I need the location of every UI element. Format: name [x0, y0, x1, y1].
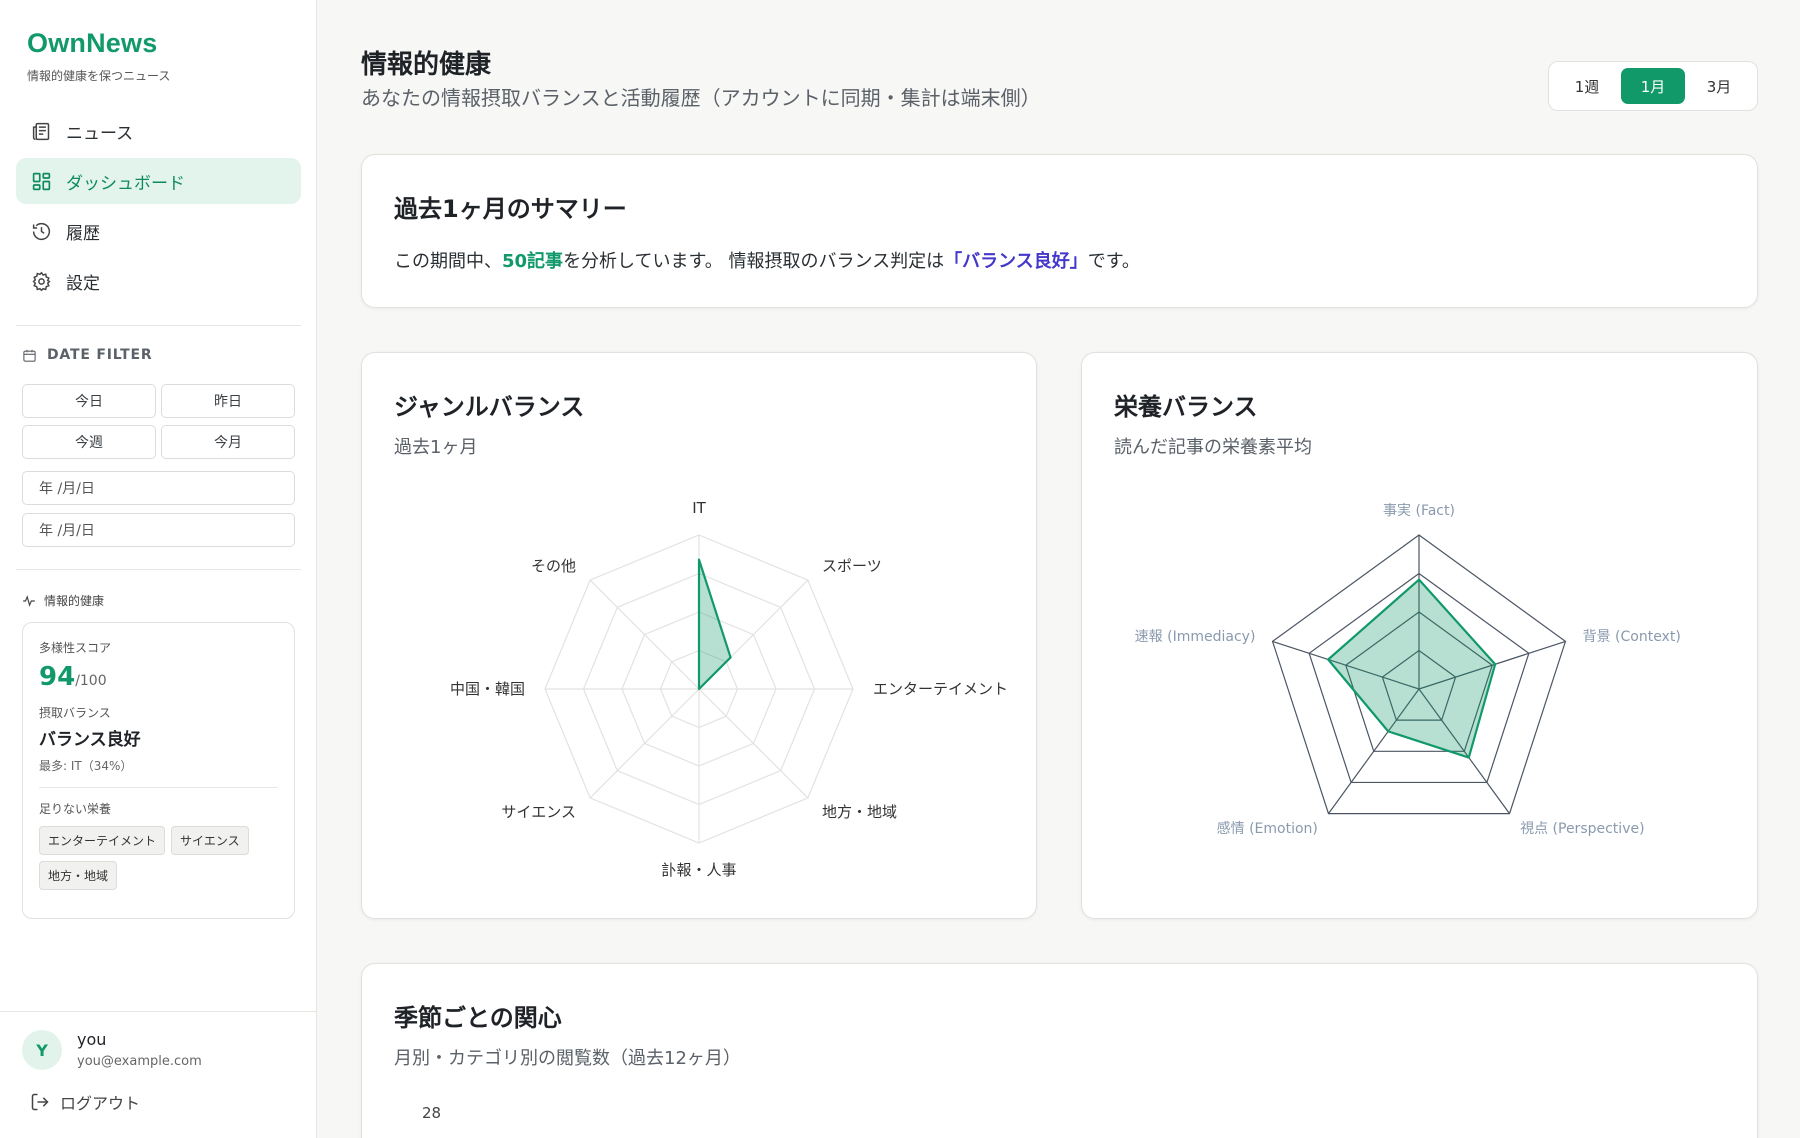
user-email: you@example.com: [77, 1054, 202, 1069]
activity-icon: [23, 594, 35, 607]
lacking-tag: サイエンス: [171, 826, 249, 855]
genre-balance-card: ジャンルバランス 過去1ヶ月 IT スポーツ エンターテイメント 地方・地域 訃報・人事…: [361, 352, 1037, 919]
axis-label: スポーツ: [822, 557, 882, 575]
history-icon: [30, 220, 52, 242]
axis-label: 感情 (Emotion): [1217, 820, 1318, 837]
axis-label: その他: [531, 557, 576, 575]
sidebar-item-label: ニュース: [66, 123, 134, 144]
date-filter-this-month-button[interactable]: 今月: [161, 425, 295, 459]
nutrition-radar-chart: 事実 (Fact) 背景 (Context) 視点 (Perspective) 感情 …: [1135, 503, 1681, 837]
newspaper-icon: [30, 120, 52, 142]
date-filter-label: DATE FILTER: [47, 347, 153, 363]
divider: [0, 1011, 317, 1012]
lacking-tags: エンターテイメント サイエンス 地方・地域: [39, 826, 278, 890]
date-filter-this-week-button[interactable]: 今週: [22, 425, 156, 459]
divider: [16, 325, 301, 326]
article-count: 50記事: [502, 251, 564, 272]
axis-label: 訃報・人事: [661, 861, 736, 879]
balance-label: 摂取バランス: [39, 706, 111, 720]
brand: OwnNews 情報的健康を保つニュース: [27, 28, 170, 84]
genre-radar-chart: IT スポーツエンターテイメント地方・地域訃報・人事 サイエンス 中国・韓国 その他: [450, 499, 1008, 879]
date-filter-title: DATE FILTER: [22, 347, 152, 363]
axis-label: 背景 (Context): [1583, 629, 1681, 645]
sidebar-item-label: ダッシュボード: [66, 173, 185, 194]
sidebar-item-dashboard[interactable]: ダッシュボード: [16, 158, 301, 204]
diversity-score: 94/100: [39, 662, 278, 692]
brand-tagline: 情報的健康を保つニュース: [27, 69, 171, 83]
axis-label: サイエンス: [501, 803, 576, 821]
axis-label: IT: [692, 499, 706, 517]
sidebar-nav: ニュース ダッシュボード 履歴 設定: [16, 108, 301, 308]
page-subtitle: あなたの情報摂取バランスと活動履歴（アカウントに同期・集計は端末側）: [361, 86, 1041, 110]
date-filter-yesterday-button[interactable]: 昨日: [161, 384, 295, 418]
score-value: 94: [39, 662, 76, 692]
summary-title: 過去1ヶ月のサマリー: [394, 195, 627, 223]
season-title: 季節ごとの関心: [394, 1004, 562, 1032]
summary-text-post: です。: [1087, 251, 1140, 272]
info-health-title: 情報的健康: [22, 592, 104, 609]
axis-label: 地方・地域: [822, 803, 897, 821]
end-date-input[interactable]: 年 /月/日: [22, 513, 295, 547]
avatar[interactable]: Y: [22, 1030, 62, 1070]
sidebar-item-settings[interactable]: 設定: [16, 258, 301, 304]
start-date-input[interactable]: 年 /月/日: [22, 471, 295, 505]
sidebar-item-news[interactable]: ニュース: [16, 108, 301, 154]
sidebar: OwnNews 情報的健康を保つニュース ニュース ダッシュボード 履歴 設定 …: [0, 0, 317, 1138]
lacking-tag: エンターテイメント: [39, 826, 166, 855]
lacking-label: 足りない栄養: [39, 802, 112, 816]
balance-verdict: 「バランス良好」: [944, 251, 1088, 272]
y-tick-label: 28: [422, 1104, 442, 1122]
range-3month-button[interactable]: 3月: [1687, 68, 1751, 104]
sidebar-item-label: 履歴: [66, 223, 100, 244]
axis-label: 視点 (Perspective): [1520, 821, 1644, 837]
divider: [39, 787, 278, 788]
axis-label: 中国・韓国: [450, 680, 525, 698]
nutrition-balance-card: 栄養バランス 読んだ記事の栄養素平均 事実 (Fact) 背景 (Context)…: [1081, 352, 1758, 919]
brand-name[interactable]: OwnNews: [27, 28, 170, 59]
range-1month-button[interactable]: 1月: [1621, 68, 1685, 104]
axis-label: エンターテイメント: [873, 680, 1008, 698]
user-name: you: [77, 1030, 107, 1049]
summary-text-mid: を分析しています。 情報摂取のバランス判定は: [563, 251, 945, 272]
date-filter-today-button[interactable]: 今日: [22, 384, 156, 418]
logout-icon: [31, 1093, 49, 1111]
score-max: /100: [75, 673, 107, 689]
balance-value: バランス良好: [39, 730, 141, 750]
dashboard-icon: [30, 170, 52, 192]
divider: [16, 569, 301, 570]
gear-icon: [30, 270, 52, 292]
diversity-label: 多様性スコア: [39, 641, 112, 655]
calendar-icon: [23, 349, 36, 362]
most-genre: 最多: IT（34%）: [39, 759, 133, 773]
logout-button[interactable]: ログアウト: [30, 1090, 140, 1114]
lacking-tag: 地方・地域: [39, 861, 118, 890]
summary-text-pre: この期間中、: [394, 251, 502, 272]
range-1week-button[interactable]: 1週: [1555, 68, 1619, 104]
series-area: [697, 558, 732, 691]
axis-label: 事実 (Fact): [1383, 503, 1455, 519]
season-interest-card: 季節ごとの関心 月別・カテゴリ別の閲覧数（過去12ヶ月） 28: [361, 963, 1758, 1138]
summary-card: 過去1ヶ月のサマリー この期間中、50記事を分析しています。 情報摂取のバランス…: [361, 154, 1758, 308]
logout-label: ログアウト: [60, 1094, 141, 1113]
info-health-label: 情報的健康: [44, 594, 105, 608]
season-subtitle: 月別・カテゴリ別の閲覧数（過去12ヶ月）: [394, 1048, 741, 1069]
sidebar-item-label: 設定: [66, 273, 100, 294]
axis-label: 速報 (Immediacy): [1135, 629, 1256, 645]
range-selector: 1週 1月 3月: [1548, 61, 1758, 111]
info-health-card: 多様性スコア 94/100 摂取バランス バランス良好 最多: IT（34%） …: [22, 622, 295, 919]
summary-text: この期間中、50記事を分析しています。 情報摂取のバランス判定は「バランス良好」…: [394, 247, 1140, 273]
series-area: [1327, 578, 1497, 759]
sidebar-item-history[interactable]: 履歴: [16, 208, 301, 254]
page-title: 情報的健康: [361, 50, 492, 80]
